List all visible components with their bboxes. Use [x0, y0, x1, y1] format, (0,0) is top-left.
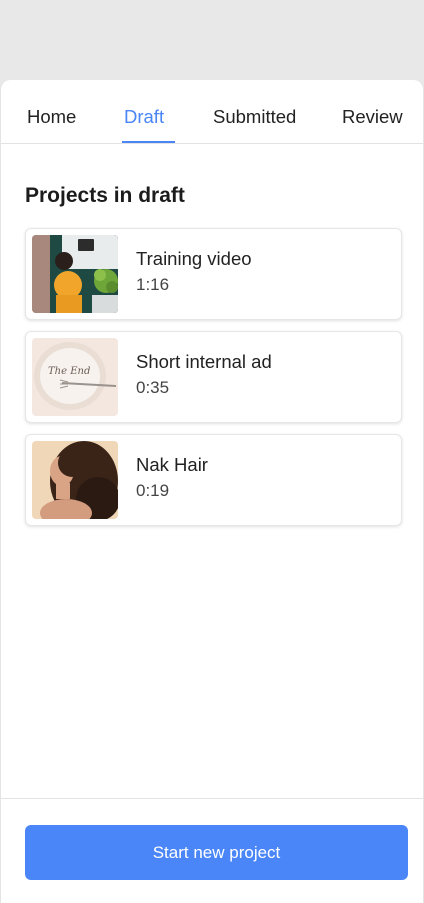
active-tab-indicator [122, 141, 175, 143]
project-title: Nak Hair [136, 454, 208, 475]
tab-submitted[interactable]: Submitted [213, 106, 296, 128]
tab-review[interactable]: Review [342, 106, 403, 128]
project-title: Training video [136, 248, 252, 269]
project-duration: 1:16 [136, 275, 170, 294]
hair-model-thumbnail [32, 441, 118, 519]
project-card-nak-hair[interactable]: Nak Hair 0:19 [25, 434, 402, 526]
footer-bar: Start new project [1, 798, 423, 903]
project-title: Short internal ad [136, 351, 272, 372]
project-card-training-video[interactable]: Training video 1:16 [25, 228, 402, 320]
section-title: Projects in draft [25, 184, 185, 207]
start-new-project-button[interactable]: Start new project [25, 825, 408, 880]
project-duration: 0:35 [136, 378, 170, 397]
project-list: Training video 1:16 The End Short intern… [25, 228, 402, 537]
project-card-short-internal-ad[interactable]: The End Short internal ad 0:35 [25, 331, 402, 423]
the-end-plate-thumbnail: The End [32, 338, 118, 416]
tab-home[interactable]: Home [27, 106, 76, 128]
tab-draft[interactable]: Draft [124, 106, 164, 128]
tab-bar: Home Draft Submitted Review [1, 80, 423, 144]
desk-workspace-thumbnail [32, 235, 118, 313]
project-duration: 0:19 [136, 481, 170, 500]
draft-sheet: Home Draft Submitted Review Projects in … [0, 80, 424, 903]
plate-lettering: The End [48, 366, 90, 377]
